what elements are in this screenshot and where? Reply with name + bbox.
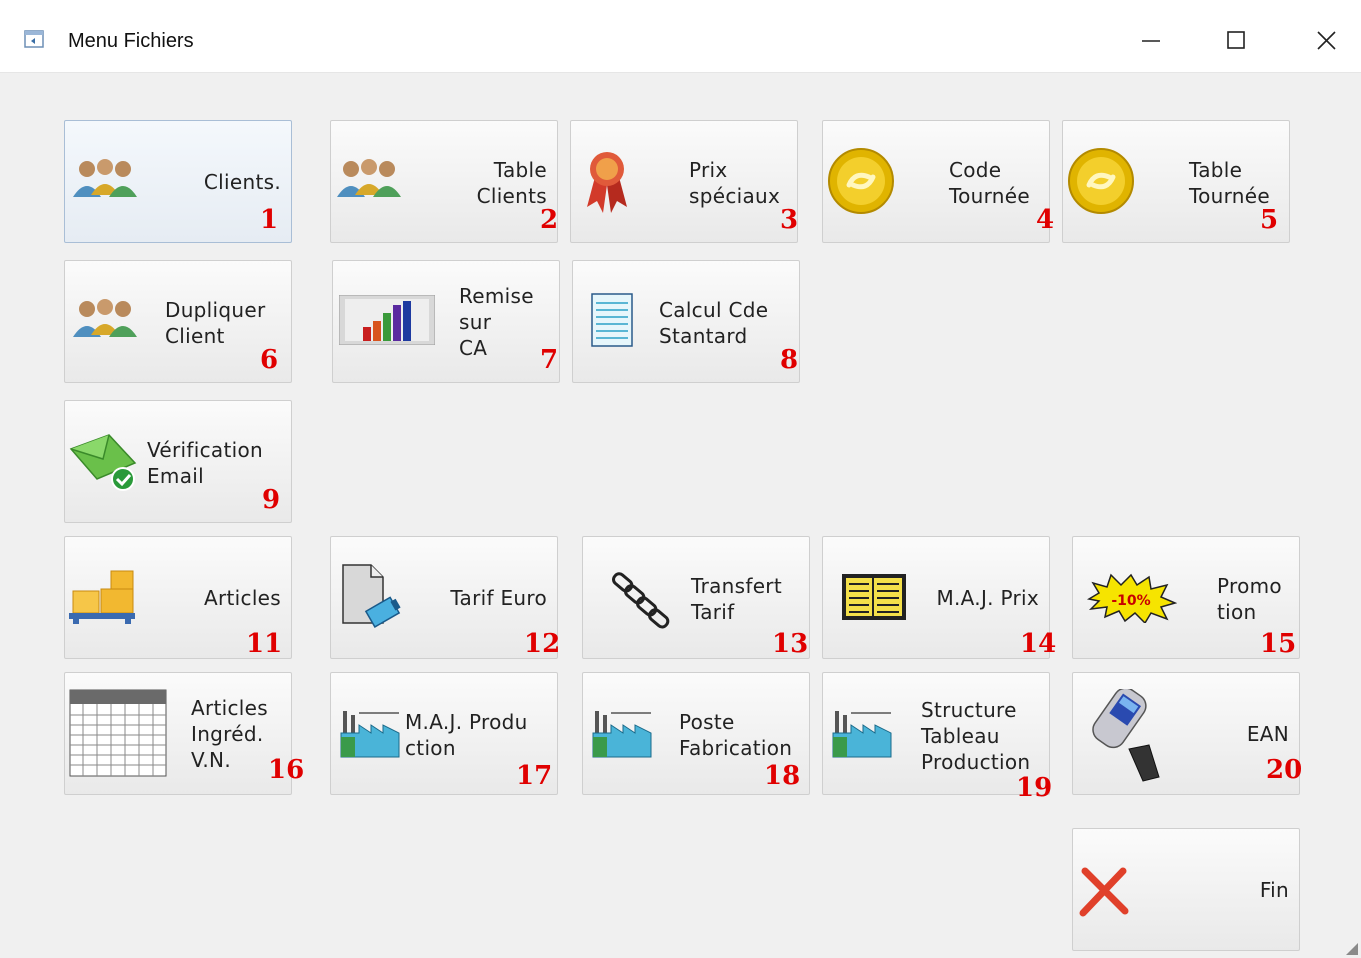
button-number-17: 17 — [516, 761, 553, 791]
minimize-button[interactable] — [1127, 18, 1173, 62]
maximize-icon — [1227, 31, 1245, 49]
minimize-icon — [1142, 40, 1160, 42]
notepad-icon — [591, 293, 633, 347]
close-x-icon — [1079, 867, 1129, 917]
factory-icon — [592, 711, 652, 758]
articles-ingredients-label: Articles Ingréd. V.N. — [191, 696, 268, 772]
clients-label: Clients. — [203, 170, 281, 194]
calcul-cde-standard-button[interactable]: Calcul Cde Stantard — [572, 260, 800, 383]
button-number-11: 11 — [246, 629, 283, 659]
ean-label: EAN — [1246, 722, 1289, 746]
verification-email-button[interactable]: Vérification Email — [64, 400, 292, 523]
window-title: Menu Fichiers — [68, 30, 194, 52]
email-check-icon — [69, 434, 137, 491]
factory-icon — [340, 711, 400, 758]
title-bar: Menu Fichiers — [0, 0, 1361, 73]
maj-production-label: M.A.J. Produ ction — [405, 710, 528, 760]
transfert-tarif-label: Transfert Tarif — [691, 574, 782, 624]
button-number-9: 9 — [262, 485, 281, 515]
promotion-label: Promo tion — [1217, 574, 1282, 624]
button-number-13: 13 — [772, 629, 809, 659]
code-tournee-button[interactable]: Code Tournée — [822, 120, 1050, 243]
clients-button[interactable]: Clients. — [64, 120, 292, 243]
document-euro-icon — [342, 564, 401, 628]
boxes-icon — [69, 570, 135, 624]
factory-icon — [832, 711, 892, 758]
remise-sur-ca-button[interactable]: Remise sur CA — [332, 260, 560, 383]
dupliquer-client-label: Dupliquer Client — [165, 298, 266, 348]
gold-coin-icon — [828, 148, 894, 214]
users-icon — [337, 159, 401, 197]
button-number-12: 12 — [524, 629, 561, 659]
users-icon — [73, 159, 137, 197]
table-clients-label: Table Clients — [476, 158, 547, 208]
close-icon — [1317, 31, 1336, 50]
spreadsheet-icon — [69, 689, 167, 777]
button-number-18: 18 — [764, 761, 801, 791]
barcode-scanner-icon — [1092, 689, 1160, 782]
button-number-4: 4 — [1036, 205, 1055, 235]
users-icon — [73, 299, 137, 337]
button-number-7: 7 — [540, 345, 559, 375]
award-ribbon-icon — [587, 152, 627, 213]
button-number-1: 1 — [260, 205, 279, 235]
button-number-5: 5 — [1260, 205, 1279, 235]
chain-link-icon — [612, 572, 670, 629]
button-number-15: 15 — [1260, 629, 1297, 659]
maximize-button[interactable] — [1213, 18, 1259, 62]
button-number-16: 16 — [268, 755, 305, 785]
price-sheet-icon — [842, 574, 906, 620]
gold-coin-icon — [1068, 148, 1134, 214]
remise-sur-ca-label: Remise sur CA — [459, 284, 534, 360]
button-number-19: 19 — [1016, 773, 1053, 803]
fin-label: Fin — [1259, 878, 1289, 902]
button-number-2: 2 — [540, 205, 559, 235]
structure-tableau-production-label: Structure Tableau Production — [921, 698, 1031, 774]
dupliquer-client-button[interactable]: Dupliquer Client — [64, 260, 292, 383]
button-number-3: 3 — [780, 205, 799, 235]
maj-prix-label: M.A.J. Prix — [936, 586, 1039, 610]
table-tournee-label: Table Tournée — [1189, 158, 1270, 208]
button-number-8: 8 — [780, 345, 799, 375]
fin-button[interactable]: Fin — [1072, 828, 1300, 951]
code-tournee-label: Code Tournée — [949, 158, 1030, 208]
articles-label: Articles — [204, 586, 281, 610]
button-number-6: 6 — [260, 345, 279, 375]
resize-grip-icon[interactable] — [1344, 941, 1358, 955]
articles-ingredients-button[interactable]: Articles Ingréd. V.N. — [64, 672, 292, 795]
promo-burst-text: -10% — [1111, 593, 1150, 609]
app-window-icon — [24, 30, 44, 48]
tarif-euro-label: Tarif Euro — [450, 586, 547, 610]
button-number-20: 20 — [1266, 755, 1303, 785]
promo-burst-icon: -10% — [1086, 573, 1177, 623]
prix-speciaux-button[interactable]: Prix spéciaux — [570, 120, 798, 243]
table-clients-button[interactable]: Table Clients — [330, 120, 558, 243]
poste-fabrication-label: Poste Fabrication — [679, 710, 793, 760]
table-tournee-button[interactable]: Table Tournée — [1062, 120, 1290, 243]
prix-speciaux-label: Prix spéciaux — [689, 158, 781, 208]
button-number-14: 14 — [1020, 629, 1057, 659]
calcul-cde-standard-label: Calcul Cde Stantard — [659, 298, 769, 348]
bar-chart-icon — [339, 295, 435, 345]
maj-prix-button[interactable]: M.A.J. Prix — [822, 536, 1050, 659]
close-button[interactable] — [1303, 18, 1349, 62]
verification-email-label: Vérification Email — [147, 438, 263, 488]
